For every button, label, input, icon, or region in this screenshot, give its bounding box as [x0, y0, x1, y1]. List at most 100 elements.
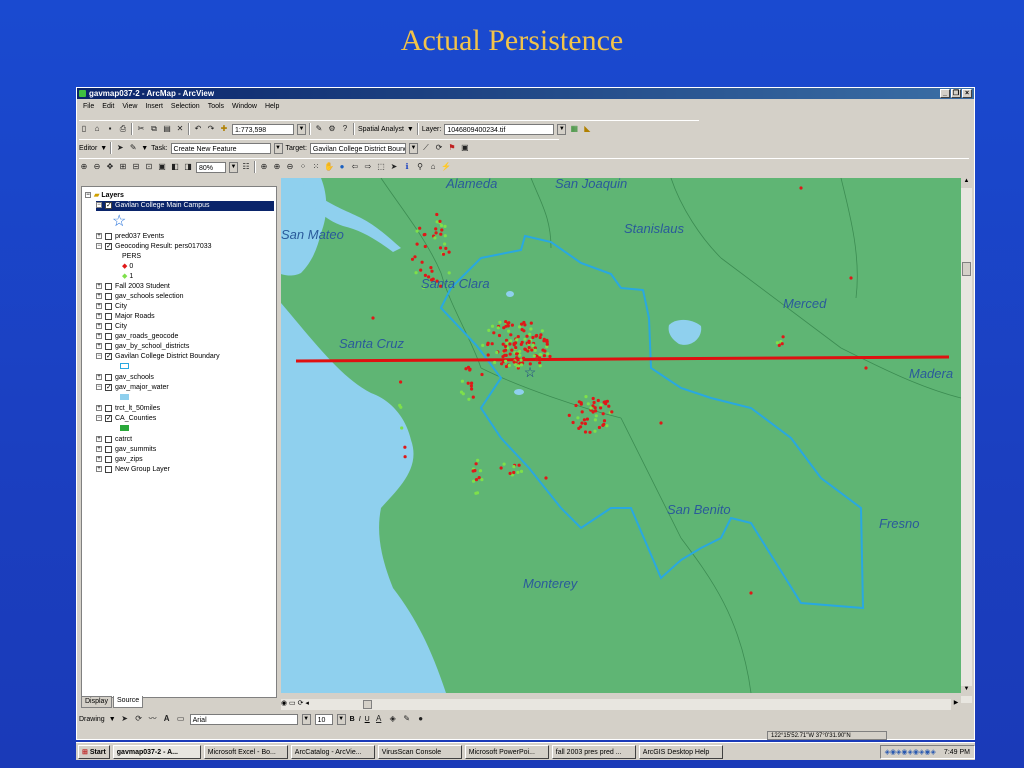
checkbox-catrct[interactable] [105, 435, 112, 443]
sketch-tool-icon[interactable]: ✎ [128, 143, 138, 153]
editor-toolbar-icon[interactable]: ✎ [314, 124, 324, 134]
checkbox-zips[interactable] [105, 455, 112, 463]
font-color-icon[interactable]: A [374, 714, 384, 724]
checkbox-new-group[interactable] [105, 465, 112, 473]
layout-fixed-zoom-out-icon[interactable]: ⊟ [131, 162, 141, 172]
font-size-select[interactable]: 10 [314, 713, 333, 725]
cut-icon[interactable]: ✂ [136, 124, 146, 134]
toc-item-geocoding[interactable]: − ✓ Geocoding Result: pers017033 [96, 242, 212, 252]
copy-icon[interactable]: ⧉ [149, 124, 159, 134]
taskbar-item-arccatalog[interactable]: ArcCatalog - ArcVie... [290, 744, 375, 759]
zoom-in-tool-icon[interactable]: ⊕ [272, 162, 282, 172]
fixed-zoom-in-icon[interactable]: ⁘ [298, 162, 308, 172]
spatial-analyst-chevron-icon[interactable]: ▼ [407, 126, 414, 133]
map-vertical-scrollbar[interactable]: ▲ ▼ [961, 178, 972, 703]
menu-view[interactable]: View [122, 101, 137, 113]
callout-icon[interactable]: ▭ [176, 714, 186, 724]
layout-pan-icon[interactable]: ✥ [105, 162, 115, 172]
next-extent-icon[interactable]: ⇨ [363, 162, 373, 172]
delete-icon[interactable]: ✕ [175, 124, 185, 134]
font-select[interactable]: Arial [189, 713, 298, 725]
find-binoculars-icon[interactable]: ⚲ [415, 162, 425, 172]
toc-item-city[interactable]: + City [96, 302, 127, 312]
checkbox-pred037[interactable] [105, 232, 112, 240]
draw-line-icon[interactable]: 〰 [148, 714, 158, 724]
checkbox-roads-geocode[interactable] [105, 332, 112, 340]
scale-field[interactable]: 1:773,598 [232, 123, 294, 135]
select-features-icon[interactable]: ⬚ [376, 162, 386, 172]
scroll-up-icon[interactable]: ▲ [961, 178, 972, 188]
taskbar-item-powerpoint[interactable]: Microsoft PowerPoi... [464, 744, 549, 759]
tab-display[interactable]: Display [81, 696, 112, 708]
scroll-right-icon[interactable]: ▶ [951, 699, 961, 710]
menu-help[interactable]: Help [265, 101, 279, 113]
layout-zoom-dropdown-icon[interactable]: ▼ [229, 161, 238, 173]
bold-button[interactable]: B [350, 716, 355, 723]
map-horizontal-scrollbar[interactable]: ◉ ▭ ⟳ ◂ ▶ [281, 699, 961, 710]
scale-dropdown-icon[interactable]: ▼ [297, 123, 306, 135]
target-select[interactable]: Gavilan College District Boundar [309, 142, 406, 154]
toc-item-city-2[interactable]: + City [96, 322, 127, 332]
checkbox-main-campus[interactable]: ✓ [105, 201, 112, 209]
toc-item-roads-geocode[interactable]: + gav_roads_geocode [96, 332, 178, 342]
measure-icon[interactable]: ⌂ [428, 162, 438, 172]
zoom-out-tool-icon[interactable]: ⊖ [285, 162, 295, 172]
toc-item-major-water[interactable]: − ✓ gav_major_water [96, 383, 169, 393]
minimize-button[interactable]: _ [940, 89, 950, 98]
start-button[interactable]: ⊞ Start [78, 744, 110, 759]
identify-icon[interactable]: ℹ [402, 162, 412, 172]
taskbar-item-arcgis-help[interactable]: ArcGIS Desktop Help [638, 744, 723, 759]
toc-item-fall2003[interactable]: + Fall 2003 Student [96, 282, 170, 292]
toc-item-major-roads[interactable]: + Major Roads [96, 312, 155, 322]
spatial-analyst-menu[interactable]: Spatial Analyst [358, 126, 404, 133]
close-button[interactable]: × [962, 89, 972, 98]
layout-zoom-in-icon[interactable]: ⊕ [79, 162, 89, 172]
toc-item-summits[interactable]: + gav_summits [96, 445, 156, 455]
checkbox-fall2003[interactable] [105, 282, 112, 290]
previous-extent-icon[interactable]: ⇦ [350, 162, 360, 172]
toc-item-main-campus[interactable]: − ✓ Gavilan College Main Campus [96, 201, 274, 211]
paste-icon[interactable]: ▤ [162, 124, 172, 134]
layer-dropdown-icon[interactable]: ▼ [557, 123, 567, 135]
horizontal-scroll-thumb[interactable] [363, 700, 372, 709]
checkbox-summits[interactable] [105, 445, 112, 453]
toc-item-new-group[interactable]: + New Group Layer [96, 465, 170, 475]
split-tool-icon[interactable]: ⟋ [421, 143, 431, 153]
sketch-properties-icon[interactable]: ⚑ [447, 143, 457, 153]
toc-item-catrct[interactable]: + catrct [96, 435, 132, 445]
tab-source[interactable]: Source [112, 696, 144, 708]
drawing-menu[interactable]: Drawing [79, 716, 105, 723]
editor-menu[interactable]: Editor [79, 145, 97, 152]
pan-hand-icon[interactable]: ✋ [324, 162, 334, 172]
checkbox-schools-selection[interactable] [105, 292, 112, 300]
menu-window[interactable]: Window [232, 101, 257, 113]
task-dropdown-icon[interactable]: ▼ [273, 142, 283, 154]
view-toggle-icons[interactable]: ◉ ▭ ⟳ ◂ [281, 699, 309, 707]
taskbar-item-fall2003[interactable]: fall 2003 pres pred ... [551, 744, 636, 759]
rotate-tool-icon[interactable]: ⟳ [434, 143, 444, 153]
vertical-scroll-thumb[interactable] [962, 262, 971, 276]
select-elements-icon[interactable]: ➤ [389, 162, 399, 172]
layout-fixed-zoom-in-icon[interactable]: ⊞ [118, 162, 128, 172]
toc-item-trct[interactable]: + trct_lt_50miles [96, 404, 160, 414]
marker-color-icon[interactable]: ● [416, 714, 426, 724]
add-data-icon[interactable]: ✚ [219, 124, 229, 134]
hyperlink-icon[interactable]: ⚡ [441, 162, 451, 172]
edit-pointer-icon[interactable]: ➤ [115, 143, 125, 153]
layout-forward-icon[interactable]: ◨ [183, 162, 193, 172]
toc-item-ca-counties[interactable]: − ✓ CA_Counties [96, 414, 156, 424]
redo-icon[interactable]: ↷ [206, 124, 216, 134]
toc-item-gav-schools[interactable]: + gav_schools [96, 373, 154, 383]
checkbox-district-boundary[interactable]: ✓ [105, 352, 112, 360]
layout-zoom-select[interactable]: 80% [196, 161, 226, 173]
rotate-element-icon[interactable]: ⟳ [134, 714, 144, 724]
toc-item-schools-selection[interactable]: + gav_schools selection [96, 292, 184, 302]
target-dropdown-icon[interactable]: ▼ [408, 142, 418, 154]
print-icon[interactable]: ⎙ [118, 124, 128, 134]
histogram-icon[interactable]: ▦ [569, 124, 579, 134]
checkbox-major-roads[interactable] [105, 312, 112, 320]
layer-properties-icon[interactable]: ◣ [582, 124, 592, 134]
checkbox-city-2[interactable] [105, 322, 112, 330]
arctoolbox-icon[interactable]: ⚙ [327, 124, 337, 134]
menu-insert[interactable]: Insert [145, 101, 163, 113]
